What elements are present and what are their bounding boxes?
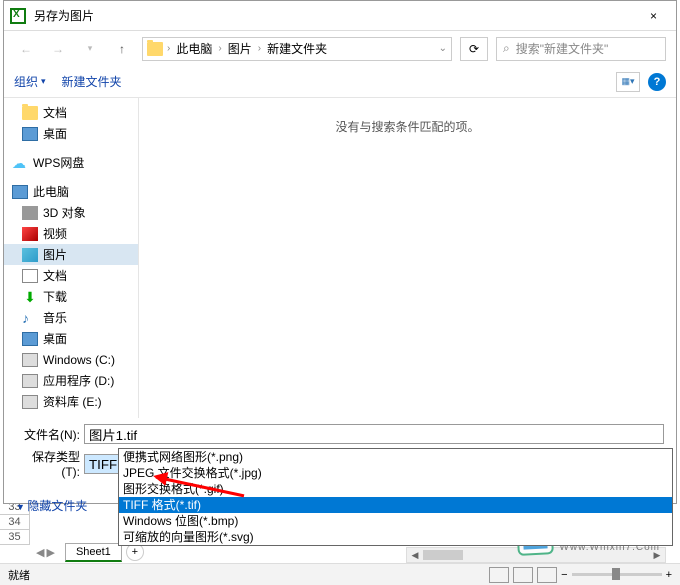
view-normal-button[interactable] (489, 567, 509, 583)
view-options-button[interactable]: ▦▾ (616, 72, 640, 92)
refresh-button[interactable]: ⟳ (460, 37, 488, 61)
chevron-down-icon: ▾ (41, 76, 46, 87)
organize-button[interactable]: 组织▾ (14, 73, 46, 90)
chevron-right-icon: › (218, 43, 221, 54)
close-icon: × (650, 9, 657, 23)
tree-item[interactable]: 3D 对象 (4, 202, 138, 223)
tree-item-label: 桌面 (43, 125, 67, 142)
tree-item-label: 下载 (43, 288, 67, 305)
new-folder-button[interactable]: 新建文件夹 (62, 73, 122, 90)
zoom-slider[interactable] (572, 573, 662, 576)
dropdown-item[interactable]: TIFF 格式(*.tif) (119, 497, 672, 513)
disk-icon (22, 353, 38, 367)
view-icon: ▦▾ (621, 76, 634, 87)
folder-icon (147, 42, 163, 56)
threed-icon (22, 206, 38, 220)
recent-button[interactable]: ▾ (78, 37, 102, 61)
titlebar[interactable]: 另存为图片 × (4, 1, 676, 31)
filename-input[interactable] (84, 424, 664, 444)
dl-icon: ⬇ (22, 290, 38, 304)
view-break-button[interactable] (537, 567, 557, 583)
dialog-title: 另存为图片 (34, 7, 631, 24)
tree-item-label: 文档 (43, 267, 67, 284)
folder-icon (22, 106, 38, 120)
help-button[interactable]: ? (648, 73, 666, 91)
pic-icon (22, 248, 38, 262)
tree-item[interactable]: 图片 (4, 244, 138, 265)
file-list-area[interactable]: 没有与搜索条件匹配的项。 (139, 98, 676, 418)
tree-item[interactable]: 此电脑 (4, 181, 138, 202)
path-segment[interactable]: 此电脑 (174, 40, 214, 57)
disk-icon (22, 374, 38, 388)
tree-item-label: WPS网盘 (33, 154, 84, 171)
path-segment[interactable]: 新建文件夹 (265, 40, 329, 57)
zoom-in-button[interactable]: + (666, 569, 672, 581)
pc-icon (12, 185, 28, 199)
cloud-icon: ☁ (12, 156, 28, 170)
sheet-nav[interactable]: ◀▶ (30, 546, 61, 559)
tree-item[interactable]: ⬇ 下载 (4, 286, 138, 307)
dropdown-item[interactable]: JPEG 文件交换格式(*.jpg) (119, 465, 672, 481)
disk-icon (22, 395, 38, 409)
filename-label: 文件名(N): (16, 426, 84, 443)
filetype-label: 保存类型(T): (16, 448, 84, 479)
video-icon (22, 227, 38, 241)
chevron-right-icon: › (167, 43, 170, 54)
row-header[interactable]: 35 (0, 530, 30, 545)
hide-folders-link[interactable]: 隐藏文件夹 (16, 497, 87, 514)
up-button[interactable]: ↑ (110, 37, 134, 61)
tree-item[interactable]: 视频 (4, 223, 138, 244)
chevron-right-icon: › (258, 43, 261, 54)
tree-item-label: 资料库 (E:) (43, 393, 102, 410)
excel-icon (10, 8, 26, 24)
tree-item-label: 视频 (43, 225, 67, 242)
folder-tree[interactable]: 文档桌面☁WPS网盘此电脑3D 对象视频图片文档⬇下载♪音乐桌面Windows … (4, 98, 139, 418)
scroll-thumb[interactable] (423, 550, 463, 560)
dropdown-item[interactable]: 便携式网络图形(*.png) (119, 449, 672, 465)
zoom-out-button[interactable]: − (561, 569, 567, 581)
tree-item[interactable]: 文档 (4, 102, 138, 123)
back-button[interactable]: ← (14, 37, 38, 61)
empty-message: 没有与搜索条件匹配的项。 (159, 118, 656, 135)
scroll-left-icon[interactable]: ◀ (407, 548, 423, 562)
search-icon: ⌕ (503, 41, 510, 56)
tree-item-label: 图片 (43, 246, 67, 263)
search-placeholder: 搜索"新建文件夹" (516, 40, 609, 57)
address-bar[interactable]: › 此电脑 › 图片 › 新建文件夹 ⌄ (142, 37, 452, 61)
tree-item-label: 桌面 (43, 330, 67, 347)
tree-item[interactable]: 应用程序 (D:) (4, 370, 138, 391)
dropdown-item[interactable]: 可缩放的向量图形(*.svg) (119, 529, 672, 545)
row-header[interactable]: 34 (0, 515, 30, 530)
forward-button[interactable]: → (46, 37, 70, 61)
sheet-tab[interactable]: Sheet1 (65, 543, 122, 562)
status-text: 就绪 (8, 567, 30, 583)
desktop-icon (22, 127, 38, 141)
save-as-dialog: 另存为图片 × ← → ▾ ↑ › 此电脑 › 图片 › 新建文件夹 ⌄ ⟳ ⌕… (3, 0, 677, 504)
tree-item-label: 音乐 (43, 309, 67, 326)
tree-item-label: Windows (C:) (43, 353, 115, 367)
tree-item[interactable]: 桌面 (4, 123, 138, 144)
close-button[interactable]: × (631, 2, 676, 30)
dropdown-item[interactable]: 图形交换格式(*.gif) (119, 481, 672, 497)
desktop-icon (22, 332, 38, 346)
tree-item[interactable]: 资料库 (E:) (4, 391, 138, 412)
doc-icon (22, 269, 38, 283)
music-icon: ♪ (22, 311, 38, 325)
tree-item[interactable]: ♪ 音乐 (4, 307, 138, 328)
tree-item-label: 此电脑 (33, 183, 69, 200)
tree-item[interactable]: ☁ WPS网盘 (4, 152, 138, 173)
path-segment[interactable]: 图片 (226, 40, 254, 57)
search-input[interactable]: ⌕ 搜索"新建文件夹" (496, 37, 666, 61)
tree-item-label: 文档 (43, 104, 67, 121)
view-layout-button[interactable] (513, 567, 533, 583)
tree-item[interactable]: 文档 (4, 265, 138, 286)
tree-item-label: 3D 对象 (43, 204, 86, 221)
tree-item-label: 应用程序 (D:) (43, 372, 114, 389)
dropdown-item[interactable]: Windows 位图(*.bmp) (119, 513, 672, 529)
refresh-icon: ⟳ (469, 42, 479, 56)
tree-item[interactable]: 桌面 (4, 328, 138, 349)
filetype-dropdown[interactable]: 便携式网络图形(*.png)JPEG 文件交换格式(*.jpg)图形交换格式(*… (118, 448, 673, 546)
chevron-down-icon[interactable]: ⌄ (439, 43, 447, 54)
tree-item[interactable]: Windows (C:) (4, 349, 138, 370)
